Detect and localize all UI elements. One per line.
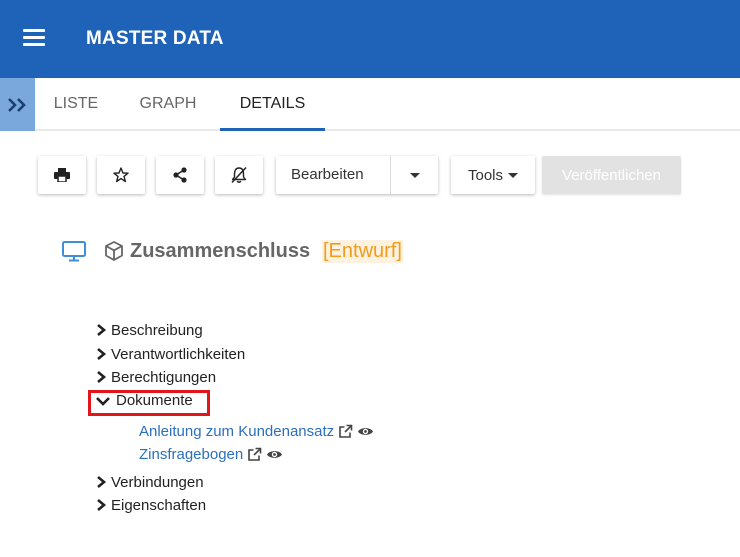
chevron-right-icon [97, 324, 107, 336]
print-button[interactable] [38, 156, 86, 194]
highlight-box [88, 390, 210, 416]
monitor-icon [62, 241, 86, 262]
chevron-right-icon [97, 371, 107, 383]
app-header: MASTER DATA [0, 0, 740, 78]
star-icon [113, 167, 129, 183]
chevron-right-icon [97, 499, 107, 511]
printer-icon [54, 168, 70, 182]
chevron-right-icon [97, 348, 107, 360]
edit-dropdown-button[interactable] [391, 156, 438, 194]
sidebar-toggle-button[interactable] [0, 78, 35, 131]
caret-down-icon [508, 172, 519, 178]
tools-dropdown-button[interactable]: Tools [451, 156, 535, 194]
external-link-icon[interactable] [247, 447, 262, 462]
document-link-label: Anleitung zum Kundenansatz [139, 422, 335, 440]
tools-label: Tools [467, 166, 504, 184]
eye-icon[interactable] [357, 425, 374, 438]
cube-icon [105, 241, 123, 261]
edit-button[interactable]: Bearbeiten [291, 166, 364, 183]
status-badge: [Entwurf] [322, 240, 403, 263]
document-link[interactable]: Zinsfragebogen [139, 443, 283, 465]
menu-icon[interactable] [23, 29, 45, 47]
double-chevron-right-icon [7, 97, 26, 112]
tab-liste[interactable]: LISTE [40, 78, 112, 131]
caret-down-icon [409, 172, 420, 178]
document-link-label: Zinsfragebogen [139, 445, 244, 463]
tree-item-label: Berechtigungen [111, 369, 217, 386]
tree-item-label: Verbindungen [111, 474, 204, 491]
notifications-off-button[interactable] [215, 156, 263, 194]
tree-item-label: Eigenschaften [111, 497, 207, 514]
tree-item-label: Beschreibung [111, 322, 203, 339]
edit-split-button: Bearbeiten [276, 156, 438, 194]
share-button[interactable] [156, 156, 204, 194]
app-title: MASTER DATA [86, 28, 224, 49]
document-link[interactable]: Anleitung zum Kundenansatz [139, 420, 374, 442]
toolbar: Bearbeiten Tools Veröffentlichen [0, 156, 740, 194]
tab-graph[interactable]: GRAPH [130, 78, 206, 131]
eye-icon[interactable] [266, 448, 283, 461]
object-header: Zusammenschluss [Entwurf] [62, 238, 462, 264]
chevron-right-icon [97, 476, 107, 488]
tab-bar: LISTE GRAPH DETAILS [0, 78, 740, 131]
bell-off-icon [231, 166, 247, 184]
tree-item-label: Verantwortlichkeiten [111, 346, 246, 363]
favorite-button[interactable] [97, 156, 145, 194]
share-icon [173, 167, 187, 183]
external-link-icon[interactable] [338, 424, 353, 439]
object-title: Zusammenschluss [130, 240, 311, 262]
publish-button[interactable]: Veröffentlichen [542, 156, 681, 194]
tab-details[interactable]: DETAILS [220, 78, 325, 131]
